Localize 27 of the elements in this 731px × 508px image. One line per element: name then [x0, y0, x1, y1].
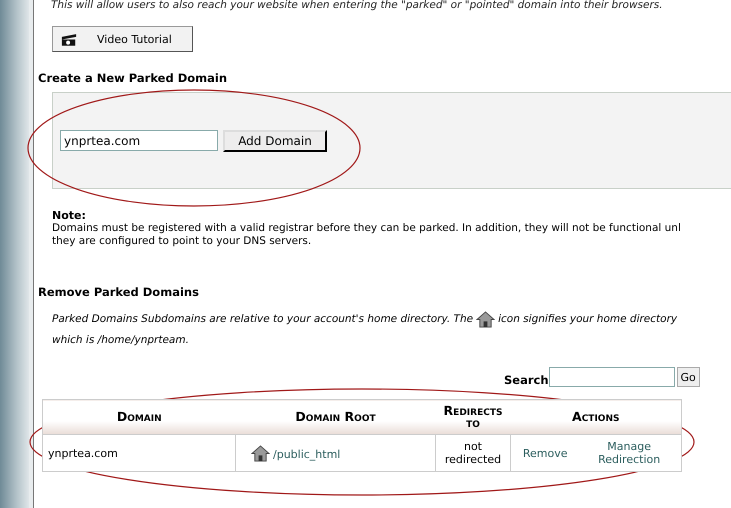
table-cell: not redirected [436, 434, 510, 472]
house-icon [251, 444, 270, 462]
column-header: Redirects to [436, 400, 510, 434]
description-text: icon signifies your home directory [498, 312, 678, 327]
note-text: Domains must be registered with a valid registrar before they can be parked. In addition, they will not be functional unl [52, 222, 682, 235]
intro-text: This will allow users to also reach your website when entering the "parked" or "pointed" domain into their browsers. [50, 0, 664, 11]
note-text: they are configured to point to your DNS servers. [52, 235, 312, 248]
house-icon [476, 311, 496, 328]
section-title: Create a New Parked Domain [38, 71, 228, 85]
action-link[interactable]: Manage Redirection [589, 440, 670, 466]
table-cell: ynprtea.com [42, 434, 236, 472]
directory-link[interactable]: /public_html [273, 448, 340, 460]
column-header: Domain [42, 400, 236, 434]
column-header: Actions [510, 400, 682, 434]
search-field[interactable] [548, 367, 675, 387]
description-text: which is /home/ynprteam. [52, 333, 190, 348]
search-label: Search [504, 373, 549, 387]
add-domain-button[interactable]: Add Domain [223, 130, 327, 152]
go-button[interactable]: Go [676, 367, 700, 387]
video-tutorial-button[interactable]: Video Tutorial [52, 26, 193, 52]
note-title: Note: [52, 209, 87, 222]
action-link[interactable]: Remove [522, 446, 568, 460]
section-title: Remove Parked Domains [38, 285, 200, 299]
domain-input-field[interactable]: ynprtea.com [60, 130, 218, 151]
clapperboard-icon [61, 32, 77, 46]
description-text: Parked Domains Subdomains are relative to your account's home directory. The [52, 312, 474, 327]
column-header: Domain Root [236, 400, 436, 434]
